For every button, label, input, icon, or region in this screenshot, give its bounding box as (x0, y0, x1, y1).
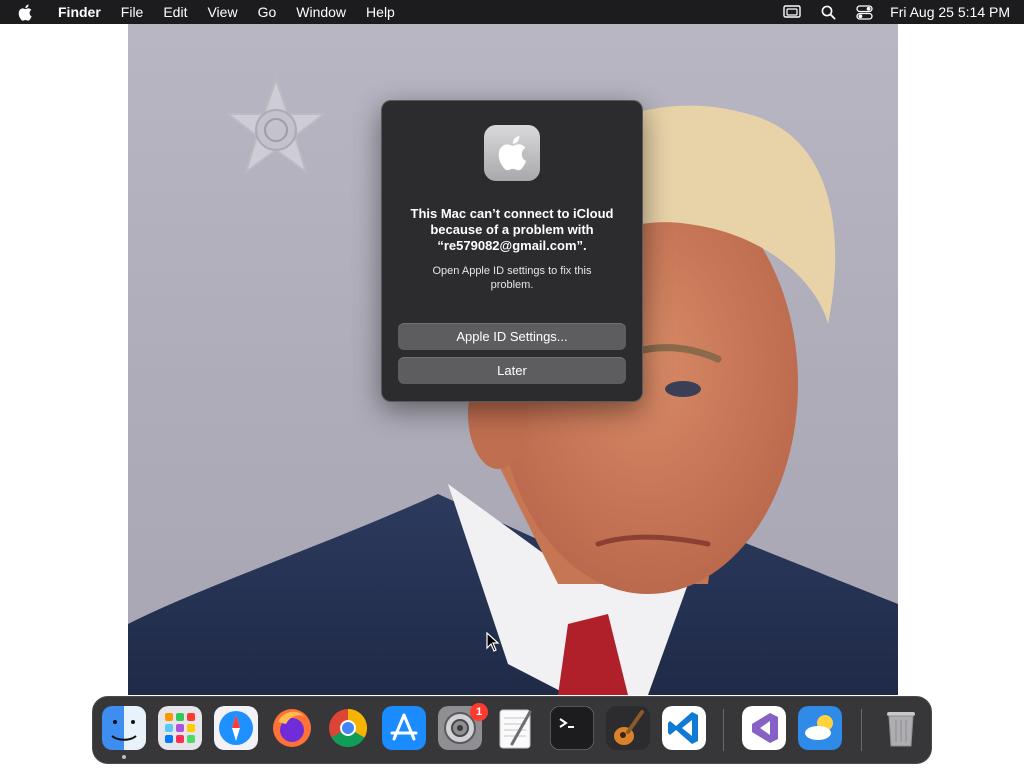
apple-logo-icon (484, 125, 540, 181)
spotlight-search-icon[interactable] (818, 3, 838, 21)
later-button[interactable]: Later (398, 357, 626, 384)
dock-trash[interactable] (879, 706, 923, 750)
dock-safari[interactable] (214, 706, 258, 750)
dock-launchpad[interactable] (158, 706, 202, 750)
apple-menu-icon[interactable] (18, 3, 34, 21)
dock-separator-trash (861, 709, 862, 751)
apple-id-settings-button[interactable]: Apple ID Settings... (398, 323, 626, 350)
sheriff-badge-watermark-icon (225, 76, 327, 175)
garageband-icon (606, 706, 650, 750)
weather-icon (798, 706, 842, 750)
dock-finder[interactable] (102, 706, 146, 750)
safari-icon (214, 706, 258, 750)
dialog-message: Open Apple ID settings to fix this probl… (432, 265, 592, 291)
menu-bar-status: Fri Aug 25 5:14 PM (774, 0, 1010, 24)
firefox-icon (273, 709, 311, 747)
control-center-icon[interactable] (854, 3, 874, 21)
menu-bar: Finder File Edit View Go Window Help Fri… (0, 0, 1024, 24)
dock-chrome[interactable] (326, 706, 370, 750)
finder-icon (102, 706, 146, 750)
dock-separator (723, 709, 724, 751)
dock-textedit[interactable] (494, 706, 538, 750)
menu-view[interactable]: View (197, 0, 247, 24)
mouse-pointer-icon (486, 632, 500, 652)
dock-weather[interactable] (798, 706, 842, 750)
dock-app-store[interactable] (382, 706, 426, 750)
visual-studio-icon (742, 706, 786, 750)
chrome-icon (329, 708, 368, 748)
menu-bar-left: Finder File Edit View Go Window Help (0, 0, 405, 24)
menu-window[interactable]: Window (286, 0, 356, 24)
dock-terminal[interactable] (550, 706, 594, 750)
system-settings-badge: 1 (470, 703, 488, 721)
menu-go[interactable]: Go (248, 0, 287, 24)
textedit-icon (499, 709, 532, 749)
screen-mirroring-icon[interactable] (782, 3, 802, 21)
icloud-alert-dialog: This Mac can’t connect to iCloud because… (381, 100, 643, 402)
dock-firefox[interactable] (270, 706, 314, 750)
trash-icon (887, 712, 915, 747)
menu-bar-clock[interactable]: Fri Aug 25 5:14 PM (890, 4, 1010, 20)
dock-garageband[interactable] (606, 706, 650, 750)
finder-running-indicator (122, 755, 126, 759)
dock-visual-studio[interactable] (742, 706, 786, 750)
vscode-icon (662, 706, 706, 750)
menu-help[interactable]: Help (356, 0, 405, 24)
menu-app-name[interactable]: Finder (46, 0, 111, 24)
menu-file[interactable]: File (111, 0, 154, 24)
dialog-title: This Mac can’t connect to iCloud because… (410, 206, 614, 253)
launchpad-icon (158, 706, 202, 750)
dock-vscode[interactable] (662, 706, 706, 750)
dock: 1 (92, 696, 932, 764)
terminal-icon (550, 706, 594, 750)
app-store-icon (382, 706, 426, 750)
menu-edit[interactable]: Edit (153, 0, 197, 24)
